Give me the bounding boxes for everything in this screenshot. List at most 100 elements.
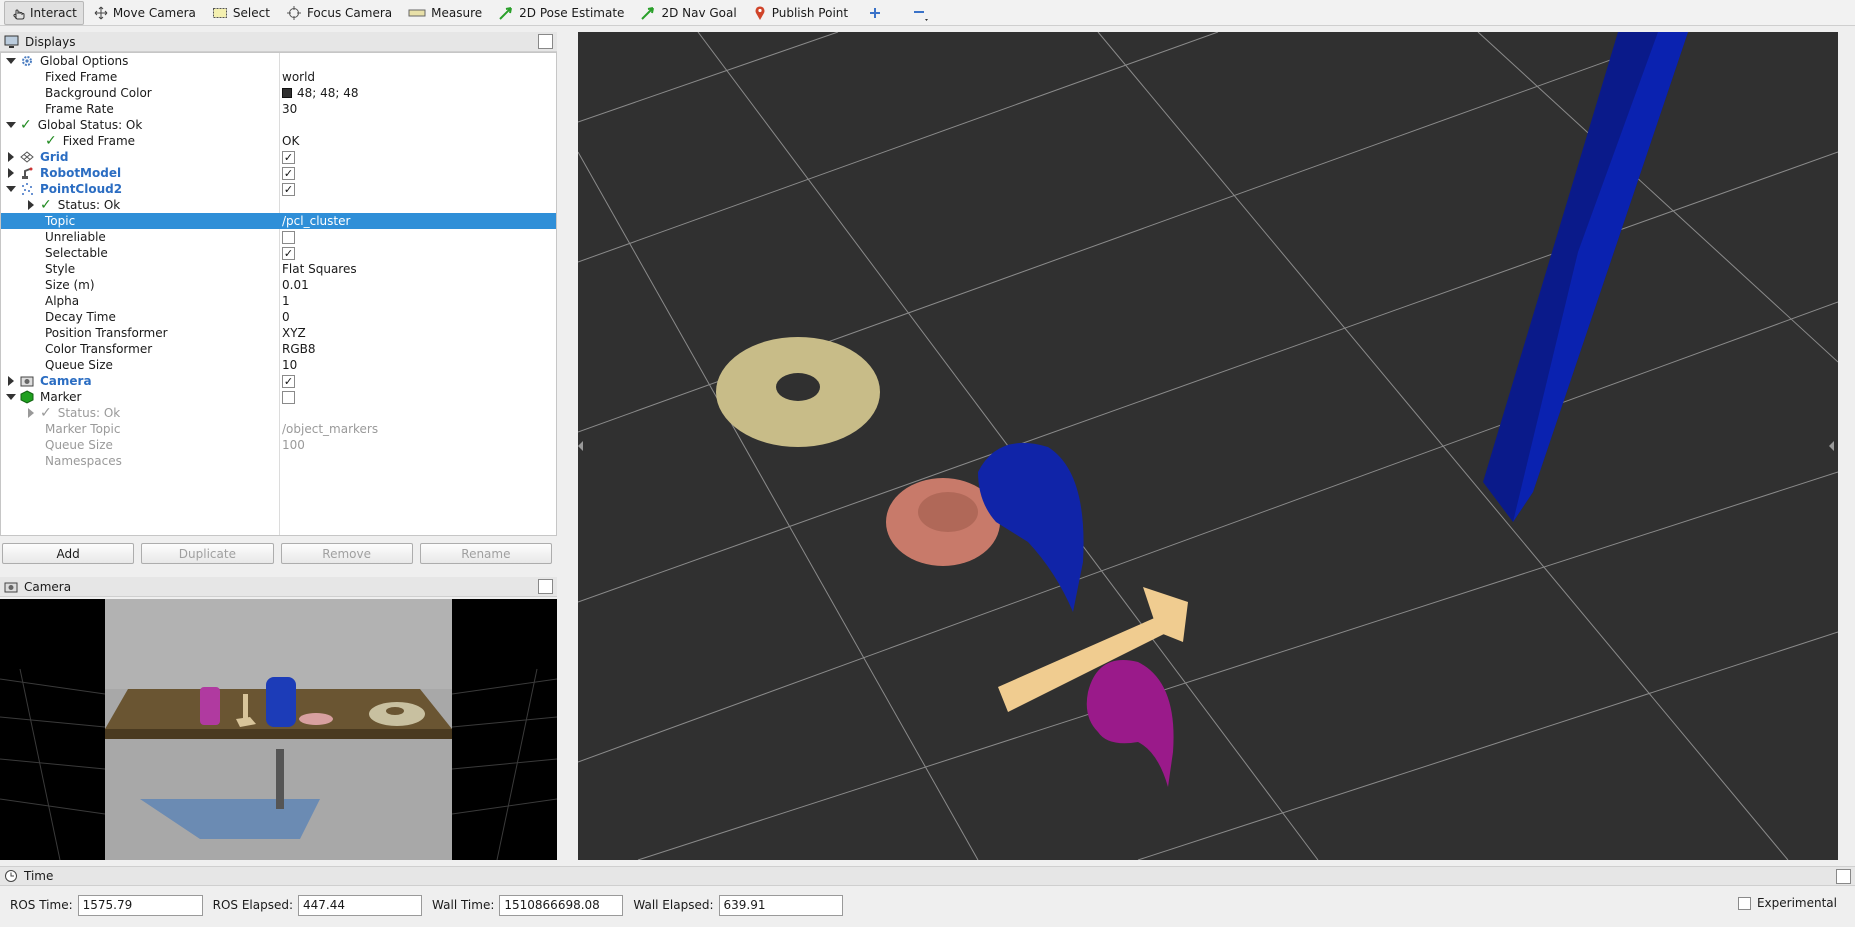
tree-row-namespaces[interactable]: Namespaces [1,453,556,469]
tree-row-camera[interactable]: Camera ✓ [1,373,556,389]
experimental-toggle[interactable]: Experimental [1737,896,1837,910]
add-button[interactable]: Add [2,543,135,564]
collapse-arrow-icon[interactable] [8,152,14,162]
expand-arrow-icon[interactable] [6,394,16,400]
measure-label: Measure [431,5,483,20]
ros-time-field[interactable]: 1575.79 [77,894,203,916]
toolbar: Interact Move Camera Select Focus Camera… [0,0,1855,26]
decay-time-value[interactable]: 0 [282,309,290,325]
tree-row-pointcloud2[interactable]: PointCloud2 ✓ [1,181,556,197]
selectable-checkbox[interactable]: ✓ [282,246,295,260]
add-tool-button[interactable] [858,1,897,25]
pose-estimate-tool[interactable]: 2D Pose Estimate [492,1,630,25]
remove-tool-button[interactable] [901,1,946,25]
experimental-checkbox[interactable] [1737,896,1751,910]
tree-row-color-transformer[interactable]: Color Transformer RGB8 [1,341,556,357]
interact-label: Interact [30,5,77,20]
measure-tool[interactable]: Measure [402,1,488,25]
rename-button[interactable]: Rename [419,543,552,564]
wall-elapsed-field[interactable]: 639.91 [718,894,843,916]
checkmark-icon: ✓ [20,117,32,133]
expand-arrow-icon[interactable] [6,58,16,64]
marker-queue-value[interactable]: 100 [282,437,305,453]
marker-enabled-checkbox[interactable] [282,390,295,404]
tree-row-marker-topic[interactable]: Marker Topic /object_markers [1,421,556,437]
tree-row-robotmodel[interactable]: RobotModel ✓ [1,165,556,181]
robot-arm-icon [22,167,33,179]
time-title: Time [24,869,54,883]
marker-topic-value[interactable]: /object_markers [282,421,378,437]
collapse-arrow-icon[interactable] [8,376,14,386]
collapse-arrow-icon[interactable] [28,408,34,418]
nav-goal-tool[interactable]: 2D Nav Goal [634,1,742,25]
duplicate-button[interactable]: Duplicate [141,543,274,564]
publish-point-label: Publish Point [771,5,849,20]
focus-camera-tool[interactable]: Focus Camera [280,1,398,25]
color-transformer-value[interactable]: RGB8 [282,341,316,357]
tree-row-position-transformer[interactable]: Position Transformer XYZ [1,325,556,341]
robotmodel-enabled-checkbox[interactable]: ✓ [282,166,295,180]
size-value[interactable]: 0.01 [282,277,309,293]
tree-row-fixed-frame[interactable]: Fixed Frame world [1,69,556,85]
scene-3d [578,32,1838,860]
tree-row-unreliable[interactable]: Unreliable [1,229,556,245]
tree-row-queue-size[interactable]: Queue Size 10 [1,357,556,373]
move-camera-tool[interactable]: Move Camera [88,1,202,25]
wall-time-field[interactable]: 1510866698.08 [499,894,624,916]
collapse-arrow-icon[interactable] [8,168,14,178]
remove-button[interactable]: Remove [280,543,413,564]
nav-goal-label: 2D Nav Goal [661,5,737,20]
unreliable-checkbox[interactable] [282,230,295,244]
tree-row-marker[interactable]: Marker [1,389,556,405]
pointcloud2-enabled-checkbox[interactable]: ✓ [282,182,295,196]
tree-row-global-status[interactable]: ✓ Global Status: Ok [1,117,556,133]
collapse-left-arrow-icon[interactable] [578,441,583,451]
interact-tool[interactable]: Interact [4,0,84,25]
collapse-right-arrow-icon[interactable] [1829,441,1834,451]
tree-row-alpha[interactable]: Alpha 1 [1,293,556,309]
undock-button[interactable] [538,579,553,594]
tree-row-background-color[interactable]: Background Color 48; 48; 48 [1,85,556,101]
tree-row-status-fixed-frame[interactable]: ✓ Fixed Frame OK [1,133,556,149]
tree-row-marker-status[interactable]: ✓ Status: Ok [1,405,556,421]
tree-row-marker-queue[interactable]: Queue Size 100 [1,437,556,453]
time-panel: Time ROS Time: 1575.79 ROS Elapsed: 447.… [0,866,1855,927]
time-fields: ROS Time: 1575.79 ROS Elapsed: 447.44 Wa… [0,886,1855,924]
style-value[interactable]: Flat Squares [282,261,357,277]
tree-row-frame-rate[interactable]: Frame Rate 30 [1,101,556,117]
tree-row-topic[interactable]: Topic /pcl_cluster [1,213,556,229]
ros-elapsed-field[interactable]: 447.44 [298,894,423,916]
tree-row-size[interactable]: Size (m) 0.01 [1,277,556,293]
undock-button[interactable] [538,34,553,49]
publish-point-tool[interactable]: Publish Point [747,1,854,25]
tree-row-grid[interactable]: Grid ✓ [1,149,556,165]
alpha-value[interactable]: 1 [282,293,290,309]
collapse-arrow-icon[interactable] [28,200,34,210]
render-viewport[interactable] [578,32,1838,860]
map-pin-icon [755,5,765,20]
position-transformer-value[interactable]: XYZ [282,325,306,341]
tree-row-pc-status[interactable]: ✓ Status: Ok [1,197,556,213]
expand-arrow-icon[interactable] [6,122,16,128]
color-swatch[interactable] [282,88,292,98]
background-color-value[interactable]: 48; 48; 48 [297,85,359,101]
undock-button[interactable] [1836,868,1851,884]
tree-row-style[interactable]: Style Flat Squares [1,261,556,277]
move-arrows-icon [94,6,108,19]
frame-rate-value[interactable]: 30 [282,101,297,117]
tree-row-selectable[interactable]: Selectable ✓ [1,245,556,261]
queue-size-value[interactable]: 10 [282,357,297,373]
grid-enabled-checkbox[interactable]: ✓ [282,150,295,164]
camera-enabled-checkbox[interactable]: ✓ [282,374,295,388]
displays-header: Displays [0,32,557,52]
topic-value[interactable]: /pcl_cluster [282,213,350,229]
camera-panel: Camera [0,577,557,860]
select-tool[interactable]: Select [206,1,276,25]
camera-icon [20,376,34,387]
camera-image-view[interactable] [0,599,557,860]
tree-row-global-options[interactable]: Global Options [1,53,556,69]
expand-arrow-icon[interactable] [6,186,16,192]
camera-scene [0,599,557,860]
tree-row-decay-time[interactable]: Decay Time 0 [1,309,556,325]
fixed-frame-value[interactable]: world [282,69,315,85]
